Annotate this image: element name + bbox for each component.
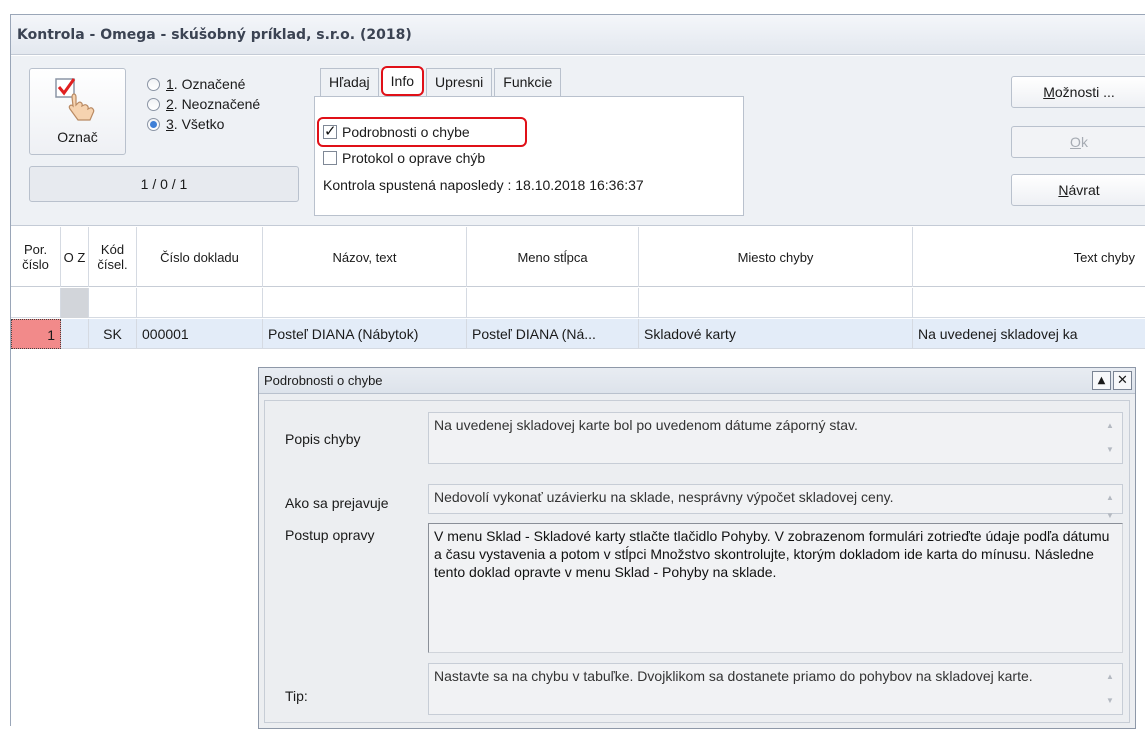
protocol-checkbox[interactable] [323, 151, 337, 165]
radio-marked[interactable]: 1. Označené [147, 73, 245, 95]
filter-meno[interactable] [467, 288, 639, 318]
tab-upresni[interactable]: Upresni [426, 68, 493, 96]
tip-label: Tip: [285, 688, 308, 704]
cell-meno[interactable]: Posteľ DIANA (Ná... [467, 319, 639, 349]
col-header-por[interactable]: Por. číslo [11, 227, 61, 287]
error-details-dialog: Podrobnosti o chybe ▲ ✕ Popis chyby Na u… [258, 367, 1136, 729]
filter-nazov[interactable] [263, 288, 467, 318]
radio-all-circle[interactable] [147, 117, 160, 131]
popis-label: Popis chyby [285, 431, 361, 447]
options-mnemonic: M [1043, 84, 1055, 100]
tab-info[interactable]: Info [380, 66, 425, 96]
radio-unmarked-label: 2. Neoznačené [166, 96, 260, 112]
radio-all-key: 3 [166, 116, 174, 132]
mark-button[interactable]: Označ [29, 68, 126, 155]
tab-strip: Hľadaj Info Upresni Funkcie [320, 66, 563, 96]
filter-row [11, 288, 1145, 318]
popis-value: Na uvedenej skladovej karte bol po uvede… [434, 417, 858, 433]
cell-kod[interactable]: SK [89, 319, 137, 349]
radio-marked-label: 1. Označené [166, 76, 245, 92]
radio-unmarked-circle[interactable] [147, 97, 160, 111]
col-header-nazov[interactable]: Názov, text [263, 227, 467, 287]
filter-por[interactable] [11, 288, 61, 318]
ako-label: Ako sa prejavuje [285, 495, 389, 511]
filter-miesto[interactable] [639, 288, 913, 318]
col-header-miesto[interactable]: Miesto chyby [639, 227, 913, 287]
filter-oz [61, 288, 89, 318]
col-header-text[interactable]: Text chyby [913, 227, 1145, 287]
last-run-text: Kontrola spustená naposledy : 18.10.2018… [323, 177, 644, 193]
table-row[interactable]: 1 SK 000001 Posteľ DIANA (Nábytok) Poste… [11, 319, 1145, 349]
radio-all[interactable]: 3. Všetko [147, 113, 224, 135]
cell-oz[interactable] [61, 319, 89, 349]
filter-kod[interactable] [89, 288, 137, 318]
cell-nazov[interactable]: Posteľ DIANA (Nábytok) [263, 319, 467, 349]
cell-por[interactable]: 1 [11, 319, 61, 349]
dialog-title: Podrobnosti o chybe [259, 368, 1135, 394]
options-label: ožnosti ... [1054, 84, 1115, 100]
info-tab-panel: Podrobnosti o chybe Protokol o oprave ch… [314, 96, 744, 216]
cell-text[interactable]: Na uvedenej skladovej ka [913, 319, 1145, 349]
dialog-body: Popis chyby Na uvedenej skladovej karte … [264, 400, 1130, 723]
radio-marked-text: . Označené [173, 76, 246, 92]
col-header-doklad[interactable]: Číslo dokladu [137, 227, 263, 287]
cell-miesto[interactable]: Skladové karty [639, 319, 913, 349]
ako-field[interactable]: Nedovolí vykonať uzávierku na sklade, ne… [428, 484, 1123, 520]
back-label: ávrat [1068, 182, 1100, 198]
radio-marked-circle[interactable] [147, 77, 160, 91]
ok-mnemonic: O [1070, 134, 1081, 150]
postup-field[interactable]: V menu Sklad - Skladové karty stlačte tl… [428, 523, 1123, 653]
radio-all-text: . Všetko [173, 116, 225, 132]
radio-unmarked-key: 2 [166, 96, 174, 112]
window-title: Kontrola - Omega - skúšobný príklad, s.r… [11, 15, 1145, 55]
ok-button[interactable]: Ok [1011, 126, 1145, 158]
hand-pointer-check-icon [54, 75, 102, 126]
col-header-oz[interactable]: O Z [61, 227, 89, 287]
tip-scroll-icon[interactable]: ▲ ▼ [1104, 668, 1116, 710]
ako-scroll-icon[interactable]: ▲ ▼ [1104, 489, 1116, 520]
radio-unmarked[interactable]: 2. Neoznačené [147, 93, 260, 115]
radio-unmarked-text: . Neoznačené [173, 96, 261, 112]
dialog-maximize-icon[interactable]: ▲ [1092, 371, 1111, 390]
toolbar: Označ 1. Označené 2. Neoznačené 3. Všetk… [11, 56, 1145, 226]
col-header-kod[interactable]: Kód čísel. [89, 227, 137, 287]
radio-marked-key: 1 [166, 76, 174, 92]
col-header-meno[interactable]: Meno stĺpca [467, 227, 639, 287]
tab-hladaj[interactable]: Hľadaj [320, 68, 379, 96]
selection-counter: 1 / 0 / 1 [29, 166, 299, 202]
protocol-checkbox-row[interactable]: Protokol o oprave chýb [323, 147, 485, 169]
ok-label: k [1080, 134, 1088, 150]
filter-text[interactable] [913, 288, 1145, 318]
tip-field[interactable]: Nastavte sa na chybu v tabuľke. Dvojklik… [428, 663, 1123, 715]
kontrola-window: Kontrola - Omega - skúšobný príklad, s.r… [10, 14, 1145, 729]
details-checkbox-label: Podrobnosti o chybe [342, 124, 470, 140]
back-button[interactable]: Návrat [1011, 174, 1145, 206]
postup-label: Postup opravy [285, 527, 375, 543]
details-checkbox[interactable] [323, 122, 337, 140]
options-button[interactable]: Možnosti ... [1011, 76, 1145, 108]
postup-value: V menu Sklad - Skladové karty stlačte tl… [434, 528, 1110, 580]
filter-doklad[interactable] [137, 288, 263, 318]
tab-funkcie[interactable]: Funkcie [494, 68, 562, 96]
radio-all-label: 3. Všetko [166, 116, 224, 132]
ako-value: Nedovolí vykonať uzávierku na sklade, ne… [434, 489, 894, 505]
grid-header: Por. číslo O Z Kód čísel. Číslo dokladu … [11, 227, 1145, 287]
dialog-title-text: Podrobnosti o chybe [264, 373, 383, 388]
back-mnemonic: N [1058, 182, 1069, 198]
tip-value: Nastavte sa na chybu v tabuľke. Dvojklik… [434, 668, 1033, 684]
popis-scroll-icon[interactable]: ▲ ▼ [1104, 417, 1116, 459]
mark-button-label: Označ [57, 129, 98, 145]
protocol-checkbox-label: Protokol o oprave chýb [342, 150, 486, 166]
details-checkbox-row[interactable]: Podrobnosti o chybe [323, 121, 470, 143]
dialog-close-icon[interactable]: ✕ [1113, 371, 1132, 390]
popis-field[interactable]: Na uvedenej skladovej karte bol po uvede… [428, 412, 1123, 464]
cell-doklad[interactable]: 000001 [137, 319, 263, 349]
